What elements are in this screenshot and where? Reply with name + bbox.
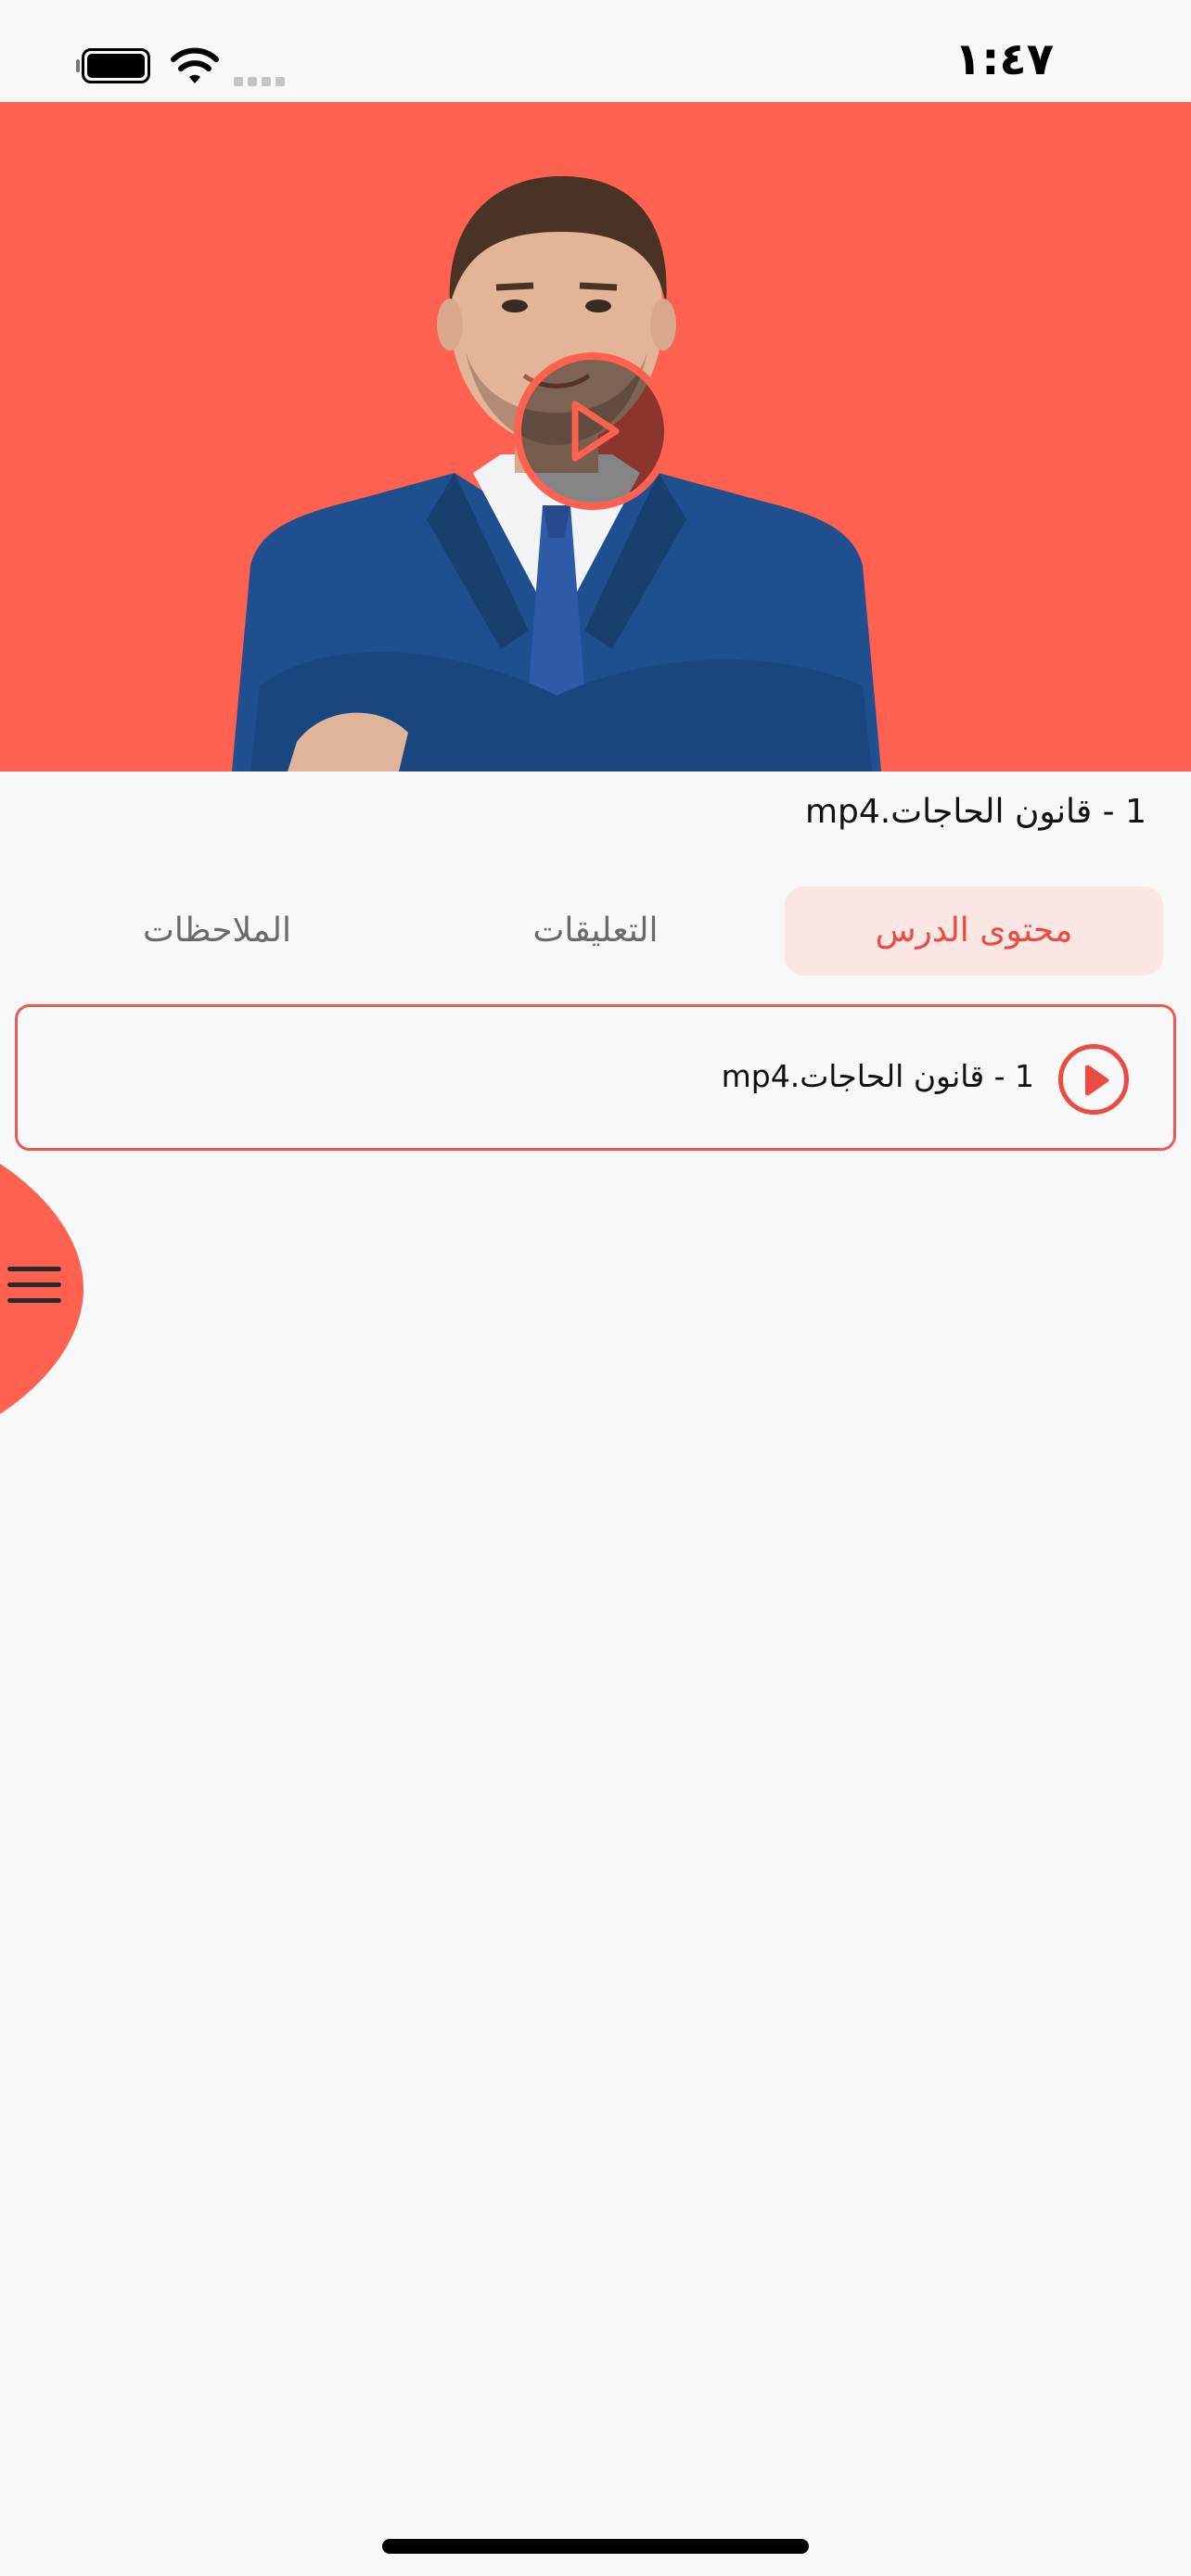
tab-comments[interactable]: التعليقات	[406, 886, 785, 976]
play-icon	[571, 401, 620, 462]
video-player[interactable]	[0, 102, 1191, 772]
video-play-button[interactable]	[514, 352, 672, 510]
wifi-icon	[171, 47, 219, 83]
hamburger-menu-icon[interactable]	[7, 1267, 61, 1307]
tab-lesson-content[interactable]: محتوى الدرس	[785, 886, 1163, 976]
battery-icon	[76, 48, 150, 83]
tab-notes[interactable]: الملاحظات	[28, 886, 406, 976]
lesson-tabs: محتوى الدرس التعليقات الملاحظات	[28, 886, 1163, 976]
lesson-item-label: 1 - قانون الحاجات.mp4	[721, 1058, 1034, 1094]
play-icon	[1085, 1065, 1109, 1096]
item-play-button[interactable]	[1058, 1044, 1129, 1115]
status-bar: ١:٤٧	[0, 0, 1191, 102]
lesson-item[interactable]: 1 - قانون الحاجات.mp4	[15, 1004, 1176, 1151]
lesson-title: 1 - قانون الحاجات.mp4	[804, 793, 1146, 831]
home-indicator	[382, 2539, 809, 2554]
signal-icon	[234, 72, 289, 86]
status-time: ١:٤٧	[954, 33, 1054, 85]
